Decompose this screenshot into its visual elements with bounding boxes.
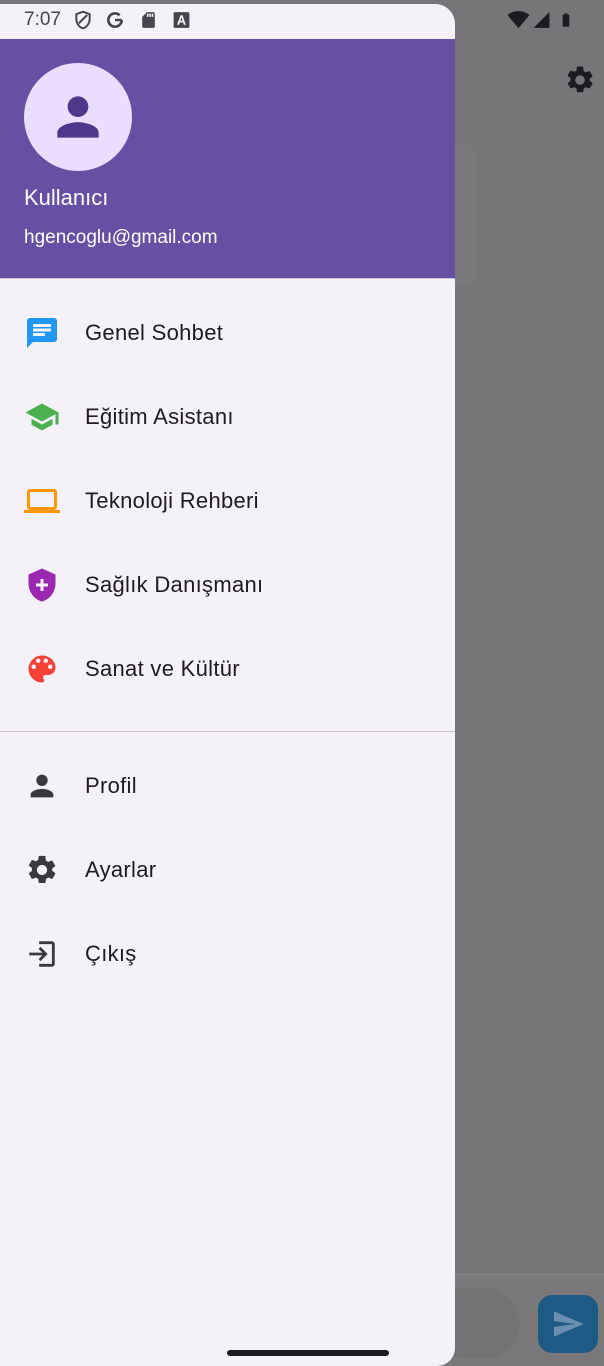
menu-item-genel-sohbet[interactable]: Genel Sohbet <box>0 291 455 375</box>
laptop-icon <box>24 483 60 519</box>
send-icon <box>553 1311 584 1337</box>
battery-icon <box>562 13 570 27</box>
menu-item-label: Genel Sohbet <box>85 320 224 345</box>
status-bar: 7:07 <box>0 0 604 40</box>
menu-item-label: Çıkış <box>85 941 137 966</box>
school-icon <box>24 399 60 435</box>
drawer-header: Kullanıcı hgencoglu@gmail.com <box>0 39 455 279</box>
avatar[interactable] <box>24 63 132 171</box>
health-shield-icon <box>24 567 60 603</box>
divider <box>0 731 455 732</box>
google-icon <box>107 12 123 28</box>
menu-item-egitim-asistani[interactable]: Eğitim Asistanı <box>0 375 455 459</box>
menu-item-saglik-danismani[interactable]: Sağlık Danışmanı <box>0 543 455 627</box>
menu-item-ayarlar[interactable]: Ayarlar <box>0 828 455 912</box>
font-app-icon <box>173 12 190 28</box>
drawer-menu: Genel Sohbet Eğitim Asistanı Teknoloji R… <box>0 291 455 996</box>
menu-item-cikis[interactable]: Çıkış <box>0 912 455 996</box>
chat-icon <box>24 315 60 351</box>
wifi-icon <box>507 11 530 29</box>
menu-item-label: Teknoloji Rehberi <box>85 488 259 513</box>
menu-item-label: Sağlık Danışmanı <box>85 572 264 597</box>
palette-icon <box>24 651 60 687</box>
settings-icon <box>24 852 60 888</box>
home-indicator[interactable] <box>227 1350 389 1356</box>
menu-item-label: Profil <box>85 773 137 798</box>
menu-item-profil[interactable]: Profil <box>0 744 455 828</box>
user-name: Kullanıcı <box>24 185 109 210</box>
logout-icon <box>24 936 60 972</box>
shield-status-icon <box>75 10 91 30</box>
person-icon <box>57 96 99 138</box>
menu-item-label: Eğitim Asistanı <box>85 404 234 429</box>
settings-icon[interactable] <box>564 64 596 96</box>
menu-item-teknoloji-rehberi[interactable]: Teknoloji Rehberi <box>0 459 455 543</box>
menu-item-label: Ayarlar <box>85 857 157 882</box>
sd-card-icon <box>142 12 155 28</box>
navigation-drawer: Kullanıcı hgencoglu@gmail.com Genel Sohb… <box>0 4 455 1366</box>
send-button[interactable] <box>538 1295 598 1353</box>
menu-item-label: Sanat ve Kültür <box>85 656 240 681</box>
cell-signal-icon <box>533 12 550 28</box>
user-email: hgencoglu@gmail.com <box>24 227 218 248</box>
person-icon <box>24 768 60 804</box>
menu-item-sanat-ve-kultur[interactable]: Sanat ve Kültür <box>0 627 455 711</box>
status-time: 7:07 <box>24 9 61 30</box>
